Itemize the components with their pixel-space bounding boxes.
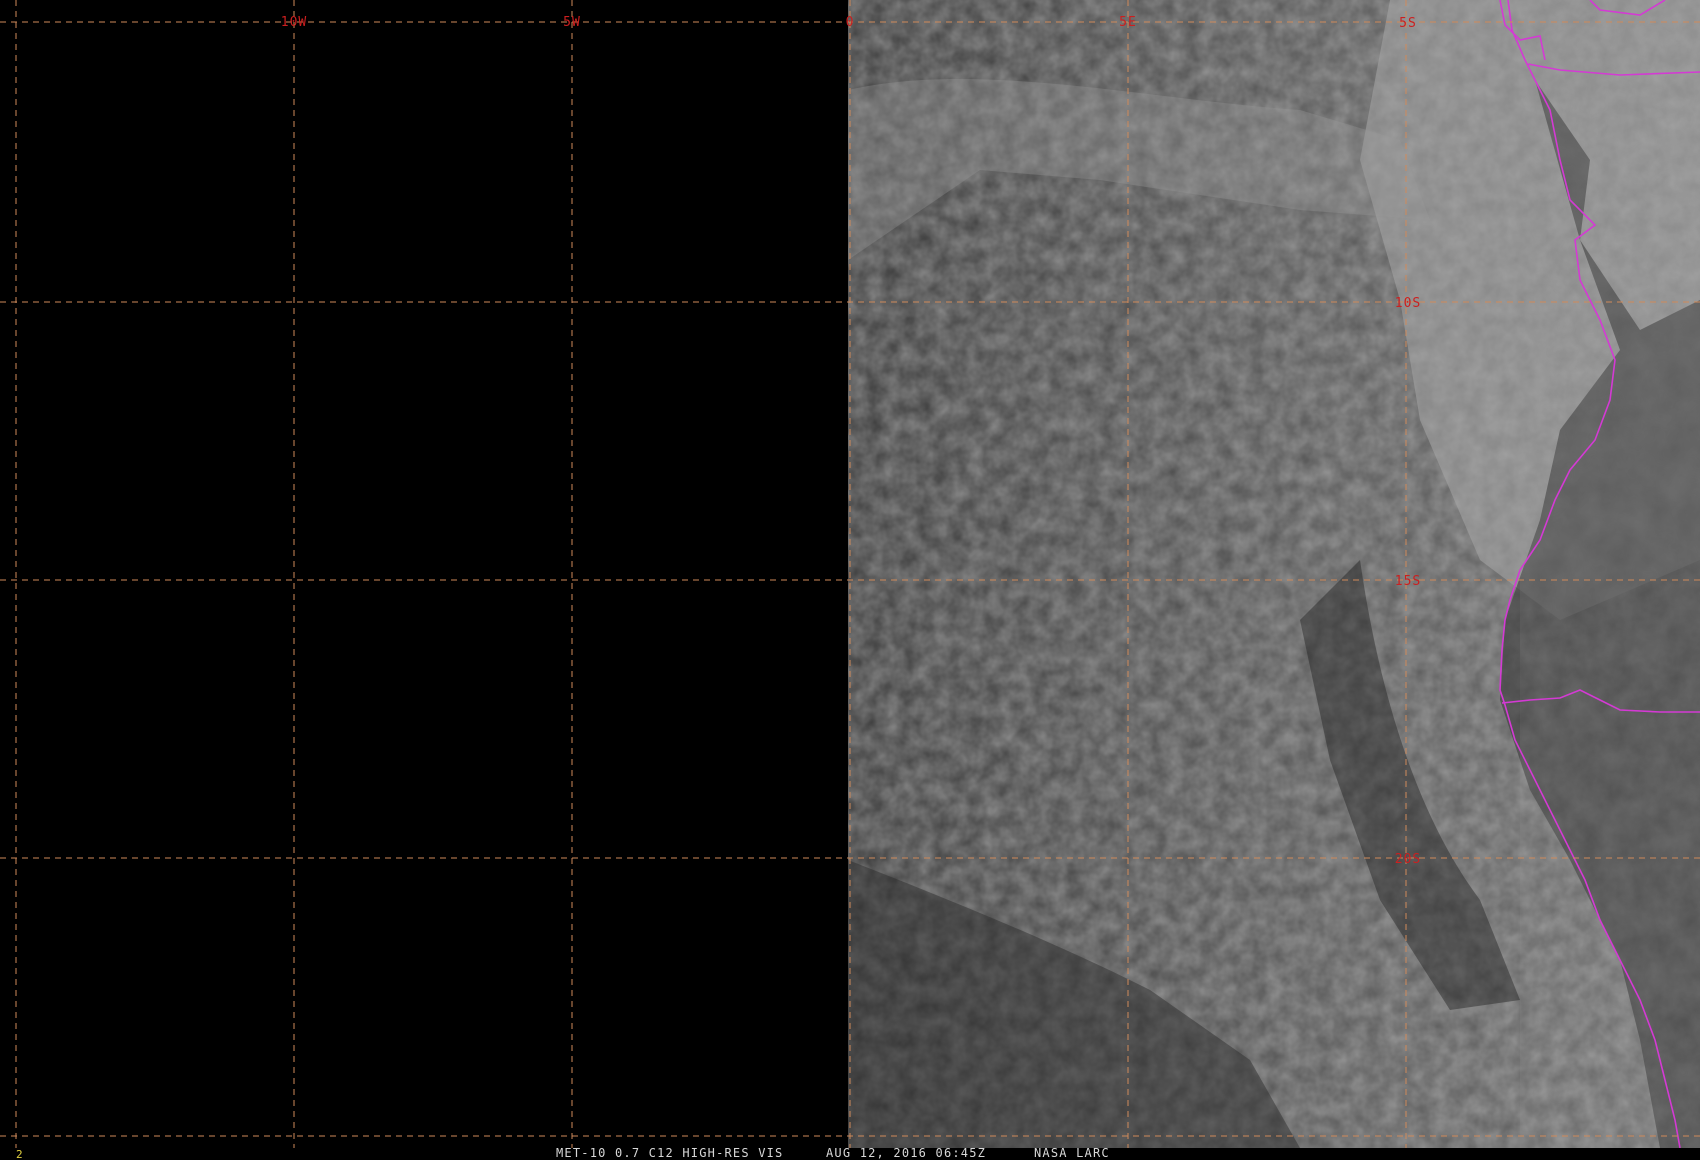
- status-bar: 2 MET-10 0.7 C12 HIGH-RES VIS AUG 12, 20…: [0, 1146, 1700, 1160]
- product-label: MET-10 0.7 C12 HIGH-RES VIS: [556, 1146, 783, 1160]
- longitude-label: 5W: [563, 15, 581, 30]
- longitude-label: 5E: [1119, 15, 1137, 30]
- latitude-label: 10S: [1395, 296, 1421, 311]
- latitude-label: 20S: [1395, 852, 1421, 867]
- satellite-map: 10W 5W 0 5E 5S 10S 15S 20S 2 MET-10 0.7 C12 HIG…: [0, 0, 1700, 1160]
- satellite-image: [848, 0, 1700, 1148]
- longitude-label: 0: [846, 15, 855, 30]
- latitude-label: 5S: [1399, 16, 1417, 31]
- datetime-label: AUG 12, 2016 06:45Z: [826, 1146, 986, 1160]
- latitude-label: 15S: [1395, 574, 1421, 589]
- frame-number: 2: [16, 1148, 23, 1160]
- source-label: NASA LARC: [1034, 1146, 1110, 1160]
- longitude-label: 10W: [281, 15, 307, 30]
